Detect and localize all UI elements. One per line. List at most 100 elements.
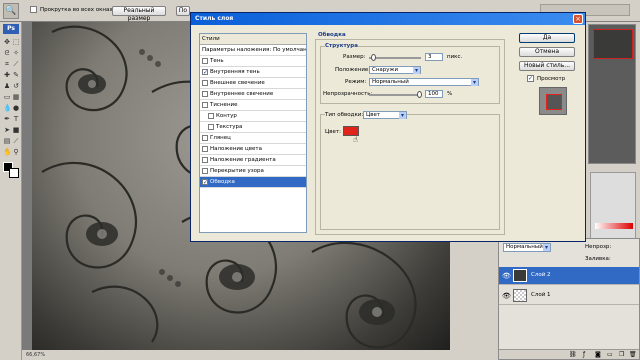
- eraser-tool-icon[interactable]: ▭: [3, 93, 11, 101]
- pen-tool-icon[interactable]: ✒: [3, 115, 11, 123]
- tool-preset-icon[interactable]: 🔍: [3, 3, 19, 19]
- toolbox: Ps ✥ ⬚ ᘓ ✧ ⌗ ⟋ ✚ ✎ ♟ ↺ ▭ ▦ 💧 ● ✒ T ➤ ■ ▤…: [0, 22, 22, 360]
- blur-tool-icon[interactable]: 💧: [3, 104, 12, 112]
- checkbox-icon[interactable]: [202, 145, 208, 152]
- style-item[interactable]: Наложение градиента: [200, 155, 306, 166]
- checkbox-icon[interactable]: [202, 178, 208, 185]
- size-input[interactable]: 3: [425, 53, 443, 61]
- layer-opacity-label: Непрозр:: [585, 244, 612, 250]
- close-icon[interactable]: ×: [573, 14, 583, 24]
- hand-tool-icon[interactable]: ✋: [3, 148, 12, 156]
- layer-row[interactable]: 👁 Слой 1: [499, 287, 639, 305]
- checkbox-icon[interactable]: [202, 167, 208, 174]
- eye-visibility-icon[interactable]: 👁: [502, 272, 511, 280]
- preview-checkbox[interactable]: Просмотр: [527, 75, 565, 82]
- crop-tool-icon[interactable]: ⌗: [3, 60, 11, 68]
- style-item[interactable]: Перекрытие узора: [200, 166, 306, 177]
- checkbox-icon[interactable]: [202, 101, 208, 108]
- position-label: Положение:: [335, 67, 371, 73]
- style-item[interactable]: Внутренняя тень: [200, 67, 306, 78]
- layer-blend-mode-select[interactable]: Нормальный: [503, 243, 551, 252]
- actual-pixels-button[interactable]: Реальный размер: [112, 6, 166, 22]
- folder-icon[interactable]: ▭: [607, 351, 613, 358]
- notes-tool-icon[interactable]: ▤: [3, 137, 11, 145]
- style-item-label: Текстура: [216, 124, 243, 130]
- style-item-label: Тень: [210, 58, 224, 64]
- opacity-slider-thumb[interactable]: [417, 91, 422, 98]
- new-layer-icon[interactable]: ❐: [619, 351, 624, 358]
- style-item[interactable]: Параметры наложения: По умолчанию: [200, 45, 306, 56]
- path-select-icon[interactable]: ➤: [3, 126, 11, 134]
- layer-thumbnail: [513, 269, 527, 282]
- checkbox-icon[interactable]: [202, 156, 208, 163]
- styles-header[interactable]: Стили: [200, 34, 306, 45]
- style-item[interactable]: Тень: [200, 56, 306, 67]
- style-item[interactable]: Наложение цвета: [200, 144, 306, 155]
- status-bar: 66,67%: [22, 350, 450, 360]
- layers-footer: ⛓ ƒ ◙ ▭ ❐ 🗑: [499, 349, 639, 359]
- lasso-tool-icon[interactable]: ᘓ: [3, 49, 11, 57]
- eyedropper-icon[interactable]: ⟋: [12, 137, 20, 145]
- stamp-tool-icon[interactable]: ♟: [3, 82, 11, 90]
- brush-tool-icon[interactable]: ✎: [12, 71, 20, 79]
- style-item[interactable]: Глянец: [200, 133, 306, 144]
- zoom-tool-icon[interactable]: ⚲: [12, 148, 20, 156]
- layer-name: Слой 2: [531, 272, 551, 278]
- style-item[interactable]: Внешнее свечение: [200, 78, 306, 89]
- move-tool-icon[interactable]: ✥: [3, 38, 11, 46]
- fit-screen-button[interactable]: По: [176, 6, 190, 16]
- new-style-button[interactable]: Новый стиль...: [519, 61, 575, 71]
- eye-visibility-icon[interactable]: 👁: [502, 292, 511, 300]
- preview-swatch: [546, 94, 562, 110]
- checkbox-icon[interactable]: [208, 112, 214, 119]
- layer-row-selected[interactable]: 👁 Слой 2: [499, 267, 639, 285]
- photoshop-logo-icon[interactable]: Ps: [3, 24, 19, 34]
- history-brush-icon[interactable]: ↺: [12, 82, 20, 90]
- style-item[interactable]: Контур: [200, 111, 306, 122]
- background-color-swatch[interactable]: [9, 168, 19, 178]
- style-item[interactable]: Внутреннее свечение: [200, 89, 306, 100]
- hand-cursor-icon: ☝: [353, 135, 358, 144]
- checkbox-icon[interactable]: [202, 79, 208, 86]
- color-slider[interactable]: [595, 223, 633, 229]
- checkbox-icon[interactable]: [202, 68, 208, 75]
- link-icon[interactable]: ⛓: [569, 351, 577, 358]
- shape-tool-icon[interactable]: ■: [12, 126, 20, 134]
- style-item[interactable]: Обводка: [200, 177, 306, 188]
- style-item[interactable]: Текстура: [200, 122, 306, 133]
- type-tool-icon[interactable]: T: [12, 115, 20, 123]
- opacity-unit: %: [447, 91, 453, 97]
- navigator-view-box[interactable]: [593, 29, 633, 59]
- size-slider-track[interactable]: [369, 54, 421, 61]
- position-select[interactable]: Снаружи: [369, 66, 421, 74]
- magic-wand-icon[interactable]: ✧: [12, 49, 20, 57]
- fx-icon[interactable]: ƒ: [583, 351, 585, 358]
- checkbox-icon[interactable]: [202, 57, 208, 64]
- marquee-tool-icon[interactable]: ⬚: [12, 38, 20, 46]
- cancel-button[interactable]: Отмена: [519, 47, 575, 57]
- checkbox-icon[interactable]: [202, 90, 208, 97]
- size-slider-thumb[interactable]: [371, 54, 376, 61]
- opacity-input[interactable]: 100: [425, 90, 443, 98]
- dialog-title: Стиль слоя: [195, 15, 234, 22]
- scroll-all-windows-checkbox[interactable]: Прокрутка во всех окнах: [30, 6, 113, 13]
- ok-button[interactable]: Да: [519, 33, 575, 43]
- slice-tool-icon[interactable]: ⟋: [12, 60, 20, 68]
- blend-mode-select[interactable]: Нормальный: [369, 78, 479, 86]
- fill-type-select[interactable]: Цвет: [363, 111, 407, 119]
- style-item-label: Внутренняя тень: [210, 69, 260, 75]
- color-label: Цвет:: [325, 129, 341, 135]
- style-item[interactable]: Тиснение: [200, 100, 306, 111]
- style-item-label: Наложение градиента: [210, 157, 276, 163]
- fill-type-label: Тип обводки:: [325, 112, 364, 118]
- gradient-tool-icon[interactable]: ▦: [12, 93, 20, 101]
- dodge-tool-icon[interactable]: ●: [12, 104, 20, 112]
- mask-icon[interactable]: ◙: [595, 351, 601, 358]
- healing-brush-icon[interactable]: ✚: [3, 71, 11, 79]
- checkbox-icon[interactable]: [202, 134, 208, 141]
- trash-icon[interactable]: 🗑: [629, 351, 637, 358]
- checkbox-icon[interactable]: [208, 123, 214, 130]
- stroke-section: Обводка Структура Размер: 3 пикс. Положе…: [315, 32, 505, 235]
- layers-panel: Нормальный Непрозр: Заливка: 👁 Слой 2 👁 …: [498, 238, 640, 360]
- opacity-slider-track[interactable]: [369, 91, 422, 98]
